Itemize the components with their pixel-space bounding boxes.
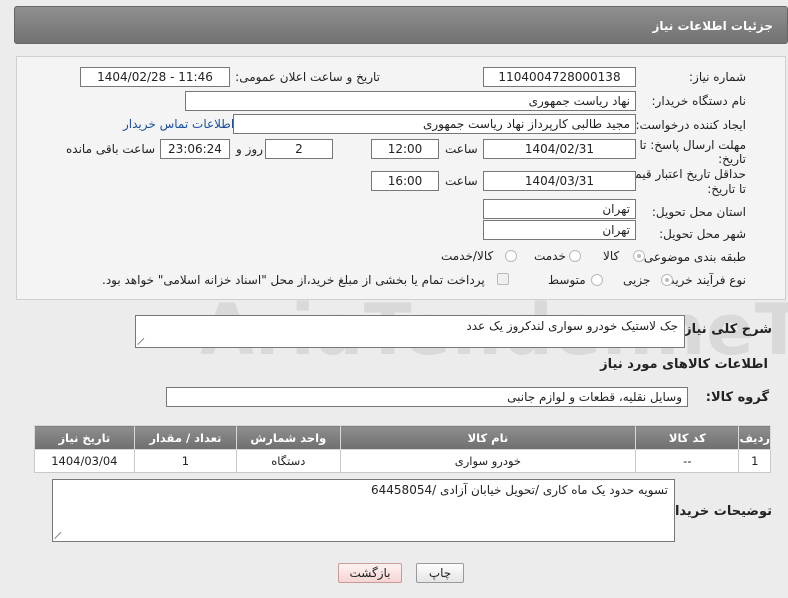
purchase-medium-radio[interactable] — [591, 274, 603, 286]
cell-code: -- — [635, 449, 740, 473]
province-label: استان محل تحویل: — [651, 205, 746, 219]
price-validity-label: حداقل تاریخ اعتبار قیمت: — [619, 167, 746, 181]
days-field[interactable]: 2 — [265, 139, 333, 159]
price-hour-label: ساعت — [445, 174, 478, 188]
back-button[interactable]: بازگشت — [338, 563, 402, 583]
price-validity-label-2: تا تاریخ: — [707, 182, 746, 196]
category-both-label: کالا/خدمت — [441, 249, 494, 263]
description-text: جک لاستیک خودرو سواری لندکروز یک عدد — [466, 319, 678, 333]
purchase-partial-radio[interactable] — [661, 274, 673, 286]
cell-qty: 1 — [133, 449, 238, 473]
announce-date-label: تاریخ و ساعت اعلان عمومی: — [235, 70, 380, 84]
buyer-notes-label: توضیحات خریدار: — [662, 504, 772, 519]
days-label: روز و — [236, 142, 263, 156]
requester-field[interactable]: مجید طالبی کارپرداز نهاد ریاست جمهوری — [233, 114, 636, 134]
requester-label: ایجاد کننده درخواست: — [635, 118, 746, 132]
announce-date-field[interactable]: 1404/02/28 - 11:46 — [80, 67, 230, 87]
category-label: طبقه بندی موضوعی: — [639, 250, 746, 264]
city-field[interactable]: تهران — [483, 220, 636, 240]
purchase-type-label: نوع فرآیند خرید : — [661, 273, 746, 287]
remaining-time-field[interactable]: 23:06:24 — [160, 139, 230, 159]
cell-row: 1 — [738, 449, 771, 473]
buyer-notes-textarea[interactable]: تسویه حدود یک ماه کاری /تحویل خیابان آزا… — [52, 479, 675, 542]
treasury-payment-note: پرداخت تمام یا بخشی از مبلغ خرید،از محل … — [102, 273, 485, 287]
buyer-org-field[interactable]: نهاد ریاست جمهوری — [185, 91, 636, 111]
reply-date-field[interactable]: 1404/02/31 — [483, 139, 636, 159]
col-row-header: ردیف — [738, 425, 771, 450]
table-header-row: ردیف کد کالا نام کالا واحد شمارش تعداد /… — [34, 425, 771, 450]
buyer-org-label: نام دستگاه خریدار: — [651, 94, 747, 108]
category-both-radio[interactable] — [505, 250, 517, 262]
need-number-label: شماره نیاز: — [689, 70, 746, 84]
resize-grip-icon[interactable] — [55, 531, 63, 539]
goods-group-label: گروه کالا: — [705, 390, 769, 405]
table-row[interactable]: 1 -- خودرو سواری دستگاه 1 1404/03/04 — [34, 449, 771, 473]
description-label: شرح کلی نیاز: — [678, 322, 772, 337]
treasury-payment-checkbox[interactable] — [497, 273, 509, 285]
page-title: جزئیات اطلاعات نیاز — [652, 19, 773, 33]
purchase-partial-label: جزیی — [623, 273, 651, 287]
col-code-header: کد کالا — [635, 425, 740, 450]
page-header: جزئیات اطلاعات نیاز — [14, 6, 788, 44]
col-name-header: نام کالا — [339, 425, 637, 450]
need-number-field[interactable]: 1104004728000138 — [483, 67, 636, 87]
col-date-header: تاریخ نیاز — [34, 425, 135, 450]
goods-section-title: اطلاعات کالاهای مورد نیاز — [600, 357, 768, 372]
reply-deadline-label: مهلت ارسال پاسخ: تا — [639, 138, 746, 152]
remaining-label: ساعت باقی مانده — [66, 142, 156, 156]
buyer-contact-link[interactable]: اطلاعات تماس خریدار — [123, 117, 234, 131]
category-service-label: خدمت — [534, 249, 566, 263]
buyer-notes-text: تسویه حدود یک ماه کاری /تحویل خیابان آزا… — [371, 483, 668, 497]
items-table: ردیف کد کالا نام کالا واحد شمارش تعداد /… — [34, 425, 771, 473]
reply-deadline-label-2: تاریخ: — [718, 152, 746, 166]
price-time-field[interactable]: 16:00 — [371, 171, 439, 191]
category-service-radio[interactable] — [569, 250, 581, 262]
city-label: شهر محل تحویل: — [659, 227, 746, 241]
reply-hour-label: ساعت — [445, 142, 478, 156]
province-field[interactable]: تهران — [483, 199, 636, 219]
cell-unit: دستگاه — [236, 449, 341, 473]
category-goods-radio[interactable] — [633, 250, 645, 262]
print-button[interactable]: چاپ — [416, 563, 464, 583]
goods-group-field[interactable]: وسایل نقلیه، قطعات و لوازم جانبی — [166, 387, 688, 407]
col-unit-header: واحد شمارش — [236, 425, 341, 450]
category-goods-label: کالا — [603, 249, 620, 263]
cell-name: خودرو سواری — [339, 449, 637, 473]
price-date-field[interactable]: 1404/03/31 — [483, 171, 636, 191]
resize-grip-icon[interactable] — [138, 337, 146, 345]
purchase-medium-label: متوسط — [548, 273, 586, 287]
cell-date: 1404/03/04 — [34, 449, 135, 473]
col-qty-header: تعداد / مقدار — [133, 425, 238, 450]
description-textarea[interactable]: جک لاستیک خودرو سواری لندکروز یک عدد — [135, 315, 685, 348]
reply-time-field[interactable]: 12:00 — [371, 139, 439, 159]
